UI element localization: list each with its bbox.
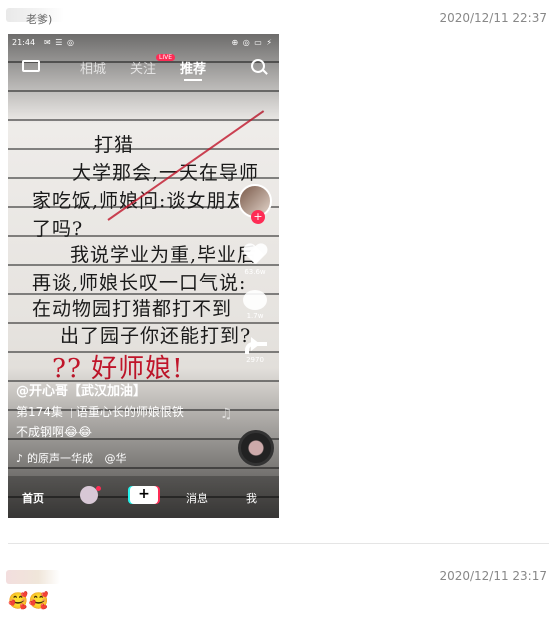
music-author: @华 xyxy=(104,452,127,465)
music-row[interactable]: ♪ 的原声一华成 @华 xyxy=(16,450,226,466)
top-nav: 相城 关注 LIVE 推荐 xyxy=(8,54,279,81)
system-icons: ⊕ ◎ ▭ ⚡ xyxy=(231,38,273,47)
caption-divider xyxy=(70,407,72,418)
live-badge: LIVE xyxy=(156,54,176,61)
caption-text: 语重心长的师娘恨铁 xyxy=(75,405,184,419)
create-button[interactable]: + xyxy=(130,486,158,504)
nav-messages[interactable]: 消息 xyxy=(186,490,208,506)
status-bar: 21:44 ✉ ☰ ◎ ⊕ ◎ ▭ ⚡ xyxy=(8,37,279,51)
message-divider xyxy=(8,543,549,544)
message-timestamp: 2020/12/11 23:17 xyxy=(439,569,547,583)
handwriting-line: 出了园子你还能打到? xyxy=(60,325,252,347)
comment-icon[interactable] xyxy=(243,290,267,310)
status-time: 21:44 xyxy=(12,38,36,47)
music-title: 的原声一华成 xyxy=(27,452,94,465)
bottom-nav: 首页 + 消息 我 xyxy=(8,476,279,518)
handwriting-line: 在动物园打猎都打不到 xyxy=(32,298,233,320)
nav-me[interactable]: 我 xyxy=(246,490,257,506)
search-icon[interactable] xyxy=(251,59,265,73)
comment-count: 1.7w xyxy=(246,312,264,320)
tab-recommended[interactable]: 推荐 xyxy=(180,58,206,81)
caption-text-cont: 不成钢啊😂😂 xyxy=(16,425,93,439)
caption: 第174集 语重心长的师娘恨铁 xyxy=(16,403,226,420)
follow-plus-icon[interactable]: + xyxy=(251,210,265,224)
side-actions: + 63.6w 1.7w 2970 xyxy=(237,184,273,364)
handwriting-line: 打猎 xyxy=(94,134,135,156)
notification-icons: ✉ ☰ ◎ xyxy=(44,38,75,47)
handwriting-line: 我说学业为重,毕业后 xyxy=(70,244,258,266)
heart-icon[interactable] xyxy=(243,244,267,266)
like-action[interactable]: 63.6w xyxy=(237,244,273,276)
sender-name: 老爹) xyxy=(26,13,53,26)
screenshot-image[interactable]: 打猎 大学那会,一天在导师 家吃饭,师娘问:谈女朋友 了吗? 我说学业为重,毕业… xyxy=(8,34,279,518)
share-count: 2970 xyxy=(246,356,264,364)
message-header: 2020/12/11 23:17 xyxy=(0,562,557,586)
tab-city[interactable]: 相城 xyxy=(80,58,106,77)
sender-avatar[interactable] xyxy=(6,570,60,584)
nav-home[interactable]: 首页 xyxy=(22,490,44,506)
tv-icon[interactable] xyxy=(22,60,40,72)
share-action[interactable]: 2970 xyxy=(237,334,273,364)
handwriting-line: 家吃饭,师娘问:谈女朋友 xyxy=(32,190,247,212)
message-timestamp: 2020/12/11 22:37 xyxy=(439,11,547,25)
message-emojis: 🥰🥰 xyxy=(8,591,50,610)
handwriting-line: 了吗? xyxy=(32,218,84,240)
comment-action[interactable]: 1.7w xyxy=(237,290,273,320)
message-header: 老爹) 2020/12/11 22:37 xyxy=(0,0,557,26)
notification-dot xyxy=(96,486,101,491)
music-disc-icon[interactable] xyxy=(238,430,274,466)
like-count: 63.6w xyxy=(244,268,266,276)
handwriting-line: 再谈,师娘长叹一口气说: xyxy=(32,272,247,294)
episode-label[interactable]: 第174集 xyxy=(16,405,63,419)
video-info: @开心哥【武汉加油】 第174集 语重心长的师娘恨铁 不成钢啊😂😂 ♪ 的原声一华成… xyxy=(16,380,226,466)
chat-page: 老爹) 2020/12/11 22:37 打猎 大学那会,一天在导师 家吃饭,师… xyxy=(0,0,557,621)
music-note-icon: ♪ xyxy=(16,452,24,465)
creator-handle[interactable]: @开心哥【武汉加油】 xyxy=(16,380,226,399)
floating-note-icon: ♫ xyxy=(220,406,233,422)
tab-following[interactable]: 关注 xyxy=(130,58,156,77)
share-icon[interactable] xyxy=(243,334,267,354)
creator-avatar[interactable]: + xyxy=(238,184,272,224)
